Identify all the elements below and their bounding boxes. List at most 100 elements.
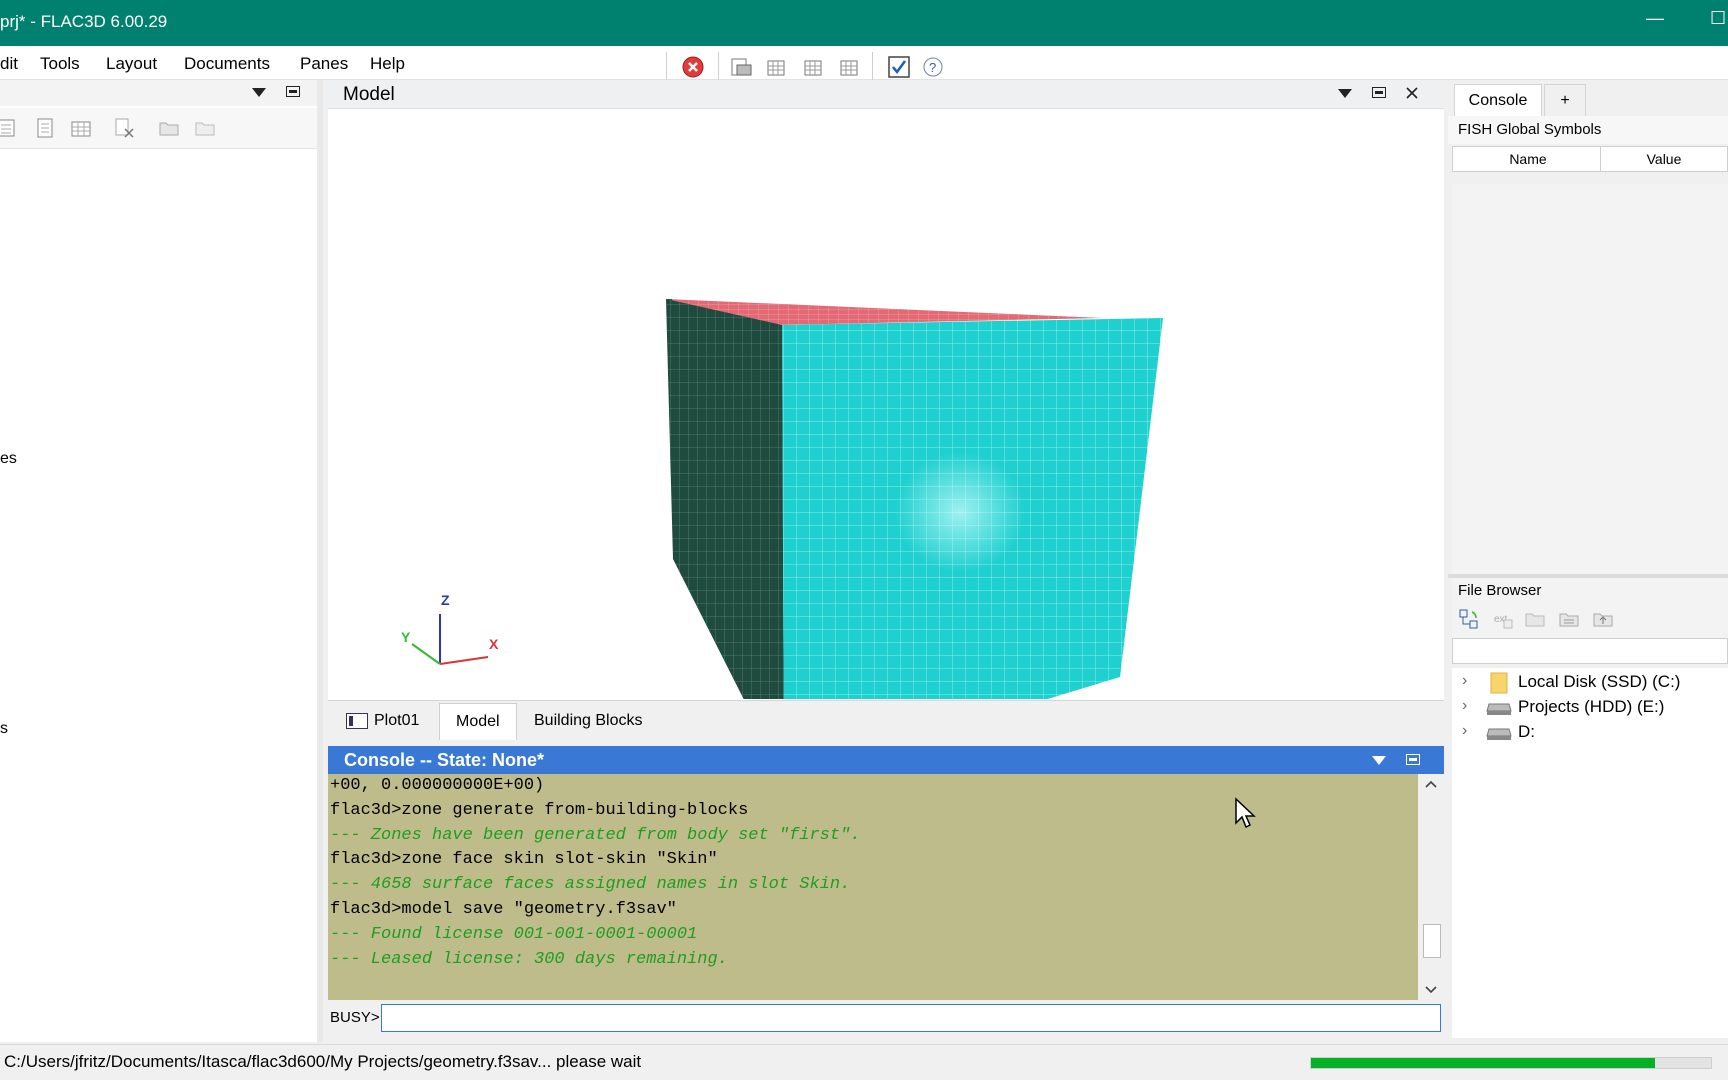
console-message-line: --- 4658 surface faces assigned names in…: [330, 875, 851, 895]
tab-plot01[interactable]: Plot01: [330, 703, 435, 739]
tab-model[interactable]: Model: [439, 703, 517, 740]
model-pane-header: Model: [328, 80, 1444, 109]
folder-list-icon[interactable]: [1558, 608, 1580, 630]
tree-item-c-drive[interactable]: › Local Disk (SSD) (C:): [1452, 670, 1728, 696]
drive-icon: [1486, 703, 1512, 715]
console-header: Console -- State: None*: [328, 746, 1444, 774]
close-icon[interactable]: [1406, 87, 1418, 99]
menu-documents[interactable]: Documents: [184, 54, 270, 74]
file-browser-title: File Browser: [1458, 582, 1542, 599]
scroll-thumb[interactable]: [1423, 924, 1441, 958]
checkbox-icon[interactable]: [886, 54, 912, 80]
console-title: Console -- State: None*: [344, 750, 545, 770]
axis-label-z: Z: [441, 592, 450, 608]
scroll-down-icon[interactable]: [1425, 986, 1437, 994]
progress-bar: [1310, 1057, 1712, 1069]
tree-label-fragment: es: [0, 450, 17, 467]
column-header-value[interactable]: Value: [1600, 146, 1728, 172]
ext-filter-icon[interactable]: ext: [1492, 608, 1514, 630]
list-icon[interactable]: [0, 117, 18, 139]
print-icon[interactable]: [728, 54, 754, 80]
pane-float-icon[interactable]: [1372, 87, 1386, 99]
pane-menu-icon[interactable]: [1372, 756, 1386, 766]
splitter[interactable]: [1448, 574, 1728, 578]
console-message-line: --- Found license 001-001-0001-00001: [330, 924, 698, 944]
tab-building-blocks[interactable]: Building Blocks: [518, 703, 659, 739]
left-pane-header: [0, 80, 317, 106]
fish-header: FISH Global Symbols: [1448, 116, 1728, 144]
folder-icon: [1490, 672, 1508, 694]
sync-tree-icon[interactable]: [1458, 608, 1480, 630]
axes-triad: [411, 614, 489, 665]
document-icon[interactable]: [34, 117, 56, 139]
axis-label-x: X: [489, 636, 499, 652]
add-tab-button[interactable]: +: [1544, 84, 1586, 117]
document-tabs: Plot01 Model Building Blocks: [328, 700, 1444, 743]
console-command-line: flac3d>zone face skin slot-skin "Skin": [330, 850, 718, 870]
maximize-button[interactable]: ☐: [1710, 8, 1726, 29]
chevron-right-icon[interactable]: ›: [1462, 722, 1467, 740]
pane-float-icon[interactable]: [286, 86, 300, 98]
column-header-name[interactable]: Name: [1452, 146, 1604, 172]
console-input-row: BUSY>: [328, 1002, 1444, 1034]
tab-label: Building Blocks: [534, 712, 643, 729]
table-icon[interactable]: [70, 117, 92, 139]
menu-help[interactable]: Help: [370, 54, 405, 74]
window-title: prj* - FLAC3D 6.00.29: [0, 12, 168, 31]
tree-label-fragment: s: [0, 720, 8, 737]
menu-panes[interactable]: Panes: [300, 54, 348, 74]
tab-label: Console: [1468, 92, 1528, 109]
mesh-cube: [666, 299, 1163, 699]
menu-bar: dit Tools Layout Documents Panes Help ?: [0, 46, 1728, 80]
title-bar: prj* - FLAC3D 6.00.29 — ☐: [0, 0, 1728, 46]
axis-label-y: Y: [401, 629, 411, 645]
file-browser-path[interactable]: [1452, 638, 1728, 664]
stop-icon[interactable]: [680, 54, 706, 80]
console-input[interactable]: [381, 1004, 1441, 1032]
right-pane: Console + FISH Global Symbols Name Value…: [1448, 80, 1728, 1042]
file-browser-tree: › Local Disk (SSD) (C:) › Projects (HDD)…: [1452, 668, 1728, 1038]
chevron-right-icon[interactable]: ›: [1462, 697, 1467, 715]
folder-up-icon[interactable]: [1592, 608, 1614, 630]
menu-edit[interactable]: dit: [0, 54, 18, 74]
toolbar-separator: [666, 52, 667, 80]
status-text: C:/Users/jfritz/Documents/Itasca/flac3d6…: [4, 1052, 642, 1071]
grid-copy-icon[interactable]: [800, 54, 826, 80]
tab-label: Plot01: [374, 712, 420, 729]
progress-fill: [1311, 1058, 1655, 1068]
console-command-line: flac3d>model save "geometry.f3sav": [330, 899, 677, 919]
scroll-up-icon[interactable]: [1425, 780, 1437, 788]
menu-layout[interactable]: Layout: [106, 54, 157, 74]
console-scrollbar[interactable]: [1418, 774, 1444, 1000]
minimize-button[interactable]: —: [1646, 8, 1664, 29]
left-pane: es s: [0, 80, 323, 1042]
tree-item-label: Local Disk (SSD) (C:): [1518, 672, 1681, 691]
column-label: Value: [1646, 151, 1682, 167]
chevron-right-icon[interactable]: ›: [1462, 672, 1467, 690]
folder-icon[interactable]: [1524, 608, 1546, 630]
toolbar-separator: [872, 52, 873, 80]
folder-icon[interactable]: [158, 117, 180, 139]
pane-float-icon[interactable]: [1406, 754, 1420, 766]
grid-export-icon[interactable]: [764, 54, 790, 80]
model-viewport[interactable]: Z Y X: [328, 109, 1444, 699]
delete-icon[interactable]: [114, 117, 136, 139]
column-label: Name: [1509, 151, 1547, 167]
pane-menu-icon[interactable]: [252, 88, 266, 98]
console-command-line: +00, 0.000000000E+00): [330, 776, 545, 795]
grid-save-icon[interactable]: [836, 54, 862, 80]
menu-tools[interactable]: Tools: [40, 54, 80, 74]
help-icon[interactable]: ?: [920, 54, 946, 80]
model-pane: Model Z Y X Plot01 Model Building Blocks: [328, 80, 1444, 743]
tree-item-label: D:: [1518, 722, 1535, 741]
tree-item-d-drive[interactable]: › D:: [1452, 720, 1728, 746]
model-pane-title: Model: [343, 84, 395, 105]
plot-icon: [346, 713, 368, 729]
tab-console[interactable]: Console: [1454, 84, 1542, 117]
folder-icon[interactable]: [194, 117, 216, 139]
console-message-line: --- Leased license: 300 days remaining.: [330, 949, 728, 969]
console-prompt: BUSY>: [330, 1009, 380, 1026]
pane-menu-icon[interactable]: [1338, 89, 1352, 99]
tab-label: Model: [456, 713, 500, 730]
tree-item-e-drive[interactable]: › Projects (HDD) (E:): [1452, 695, 1728, 721]
